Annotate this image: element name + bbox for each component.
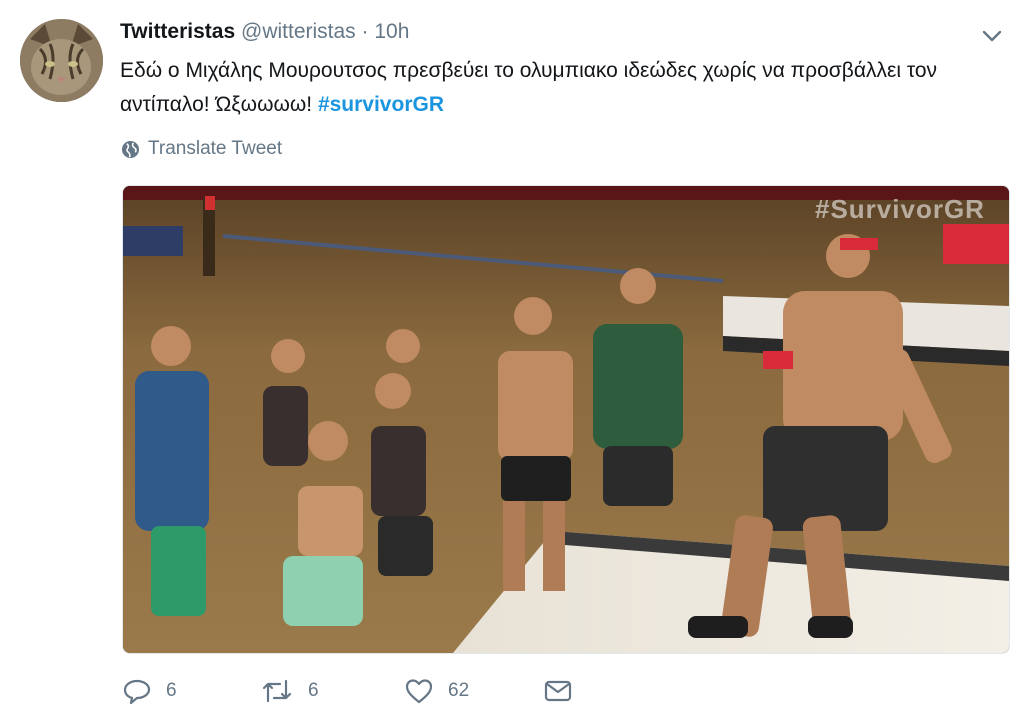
reply-button[interactable]: 6 xyxy=(122,676,177,706)
tweet-header: Twitteristas @witteristas · 10h xyxy=(120,18,409,46)
author-handle[interactable]: @witteristas xyxy=(241,20,356,43)
translate-label: Translate Tweet xyxy=(148,138,283,159)
reply-icon xyxy=(123,679,151,705)
like-count: 62 xyxy=(448,680,470,701)
author-name[interactable]: Twitteristas xyxy=(120,20,235,43)
reply-count: 6 xyxy=(166,680,177,701)
globe-icon xyxy=(121,140,140,158)
heart-icon xyxy=(405,679,433,704)
media-image xyxy=(123,186,1009,653)
separator-dot: · xyxy=(361,20,369,43)
like-button[interactable]: 62 xyxy=(404,676,469,706)
chevron-down-icon[interactable] xyxy=(978,22,1006,50)
avatar[interactable] xyxy=(20,19,103,102)
tweet-body: Εδώ ο Μιχάλης Μουρουτσος πρεσβεύει το ολ… xyxy=(120,59,938,116)
retweet-icon xyxy=(262,679,292,703)
tweet-media[interactable]: #SurvivorGR xyxy=(122,185,1010,654)
hashtag-link[interactable]: #survivorGR xyxy=(318,93,444,116)
tweet-text: Εδώ ο Μιχάλης Μουρουτσος πρεσβεύει το ολ… xyxy=(120,54,990,122)
envelope-icon xyxy=(544,680,572,702)
cat-avatar-image xyxy=(20,19,103,102)
retweet-button[interactable]: 6 xyxy=(260,676,319,706)
media-watermark: #SurvivorGR xyxy=(815,194,985,224)
translate-tweet-button[interactable]: Translate Tweet xyxy=(121,138,282,160)
tweet-time[interactable]: 10h xyxy=(374,20,409,43)
tweet-actions: 6 6 62 xyxy=(122,676,622,712)
retweet-count: 6 xyxy=(308,680,319,701)
direct-message-button[interactable] xyxy=(543,676,573,706)
